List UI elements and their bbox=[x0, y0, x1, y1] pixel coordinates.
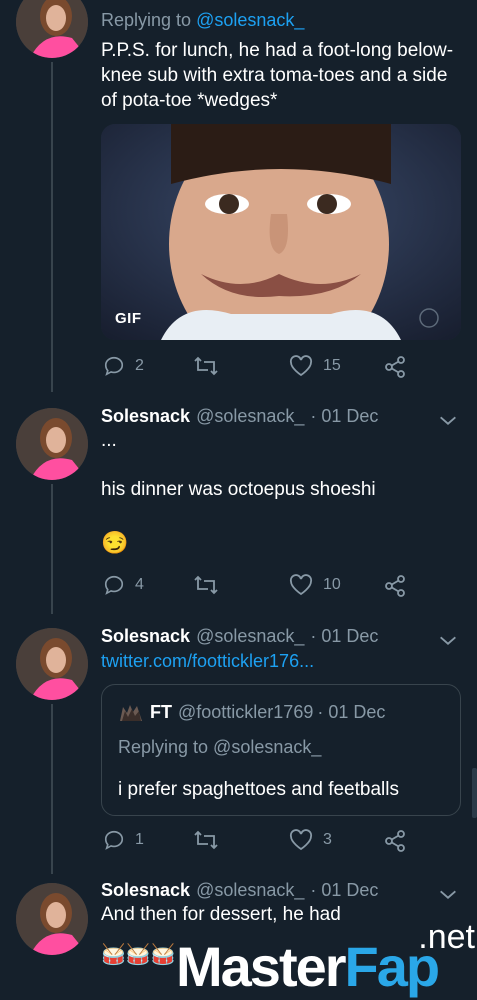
reply-icon bbox=[104, 575, 124, 595]
retweet-button[interactable] bbox=[193, 355, 219, 377]
heart-icon bbox=[289, 829, 313, 851]
quote-handle: @foottickler1769 bbox=[178, 701, 314, 722]
gif-badge: GIF bbox=[115, 310, 142, 327]
like-count: 10 bbox=[323, 576, 341, 593]
retweet-icon bbox=[194, 575, 218, 595]
avatar[interactable] bbox=[16, 883, 88, 955]
like-count: 15 bbox=[323, 357, 341, 374]
tweet-actions: 2 15 bbox=[101, 355, 421, 381]
quote-display-name: FT bbox=[150, 701, 172, 722]
reply-button[interactable]: 4 bbox=[103, 574, 144, 596]
handle[interactable]: @solesnack_ bbox=[196, 880, 304, 901]
quote-header: FT @foottickler1769 · 01 Dec bbox=[118, 701, 385, 723]
share-icon bbox=[385, 830, 405, 852]
share-button[interactable] bbox=[383, 829, 407, 853]
avatar[interactable] bbox=[16, 408, 88, 480]
chevron-down-icon[interactable] bbox=[437, 884, 459, 906]
watermark-text: MasterFap bbox=[176, 935, 440, 998]
reply-icon bbox=[104, 356, 124, 376]
retweet-icon bbox=[194, 830, 218, 850]
tweet-header: Solesnack @solesnack_ · 01 Dec bbox=[101, 880, 461, 901]
tweet-actions: 1 3 bbox=[101, 829, 421, 855]
reply-count: 1 bbox=[135, 831, 144, 848]
share-icon bbox=[385, 575, 405, 597]
watermark-suffix: .net bbox=[418, 918, 475, 956]
timestamp[interactable]: · 01 Dec bbox=[310, 626, 378, 647]
retweet-button[interactable] bbox=[193, 829, 219, 851]
reply-button[interactable]: 2 bbox=[103, 355, 144, 377]
like-button[interactable]: 3 bbox=[289, 829, 332, 851]
reply-handle-link[interactable]: @solesnack_ bbox=[196, 10, 304, 30]
share-button[interactable] bbox=[383, 574, 407, 598]
quoted-tweet[interactable]: FT @foottickler1769 · 01 Dec Replying to… bbox=[101, 684, 461, 816]
handle[interactable]: @solesnack_ bbox=[196, 626, 304, 647]
thread-line bbox=[51, 704, 53, 874]
display-name[interactable]: Solesnack bbox=[101, 406, 190, 427]
reply-button[interactable]: 1 bbox=[103, 829, 144, 851]
retweet-button[interactable] bbox=[193, 574, 219, 596]
quote-text: i prefer spaghettoes and feetballs bbox=[118, 779, 399, 800]
tweet-2[interactable]: Solesnack @solesnack_ · 01 Dec ... his d… bbox=[0, 400, 477, 620]
gif-image bbox=[101, 124, 461, 340]
tweet-link[interactable]: twitter.com/foottickler176... bbox=[101, 649, 461, 674]
avatar[interactable] bbox=[16, 0, 88, 58]
tweet-1[interactable]: Replying to @solesnack_ P.P.S. for lunch… bbox=[0, 0, 477, 400]
timestamp[interactable]: · 01 Dec bbox=[310, 880, 378, 901]
heart-icon bbox=[289, 355, 313, 377]
watermark: MasterFap .net bbox=[98, 918, 477, 1000]
gif-media[interactable]: GIF bbox=[101, 124, 461, 340]
chevron-down-icon[interactable] bbox=[437, 410, 459, 432]
tweet-text-line: his dinner was octoepus shoeshi bbox=[101, 479, 376, 500]
like-button[interactable]: 10 bbox=[289, 574, 341, 596]
reply-count: 4 bbox=[135, 576, 144, 593]
quote-reply-context: Replying to @solesnack_ bbox=[118, 737, 322, 757]
scrollbar-thumb[interactable] bbox=[472, 768, 477, 818]
reply-context: Replying to @solesnack_ bbox=[101, 10, 305, 30]
tweet-text: P.P.S. for lunch, he had a foot-long bel… bbox=[101, 40, 454, 111]
timestamp[interactable]: · 01 Dec bbox=[310, 406, 378, 427]
emoji: 😏 bbox=[101, 530, 129, 555]
tweet-header: Solesnack @solesnack_ · 01 Dec bbox=[101, 626, 461, 647]
retweet-icon bbox=[194, 356, 218, 376]
tweet-header: Solesnack @solesnack_ · 01 Dec bbox=[101, 406, 461, 427]
tweet-text-line: ... bbox=[101, 430, 117, 451]
tweet-actions: 4 10 bbox=[101, 574, 421, 600]
reply-icon bbox=[104, 830, 124, 850]
heart-icon bbox=[289, 574, 313, 596]
share-icon bbox=[385, 356, 405, 378]
reply-count: 2 bbox=[135, 357, 144, 374]
quote-timestamp: · 01 Dec bbox=[317, 701, 386, 722]
chevron-down-icon[interactable] bbox=[437, 630, 459, 652]
quote-avatar bbox=[120, 705, 142, 721]
thread-line bbox=[51, 62, 53, 392]
avatar[interactable] bbox=[16, 628, 88, 700]
like-count: 3 bbox=[323, 831, 332, 848]
share-button[interactable] bbox=[383, 355, 407, 379]
display-name[interactable]: Solesnack bbox=[101, 880, 190, 901]
display-name[interactable]: Solesnack bbox=[101, 626, 190, 647]
thread-line bbox=[51, 484, 53, 614]
handle[interactable]: @solesnack_ bbox=[196, 406, 304, 427]
like-button[interactable]: 15 bbox=[289, 355, 341, 377]
